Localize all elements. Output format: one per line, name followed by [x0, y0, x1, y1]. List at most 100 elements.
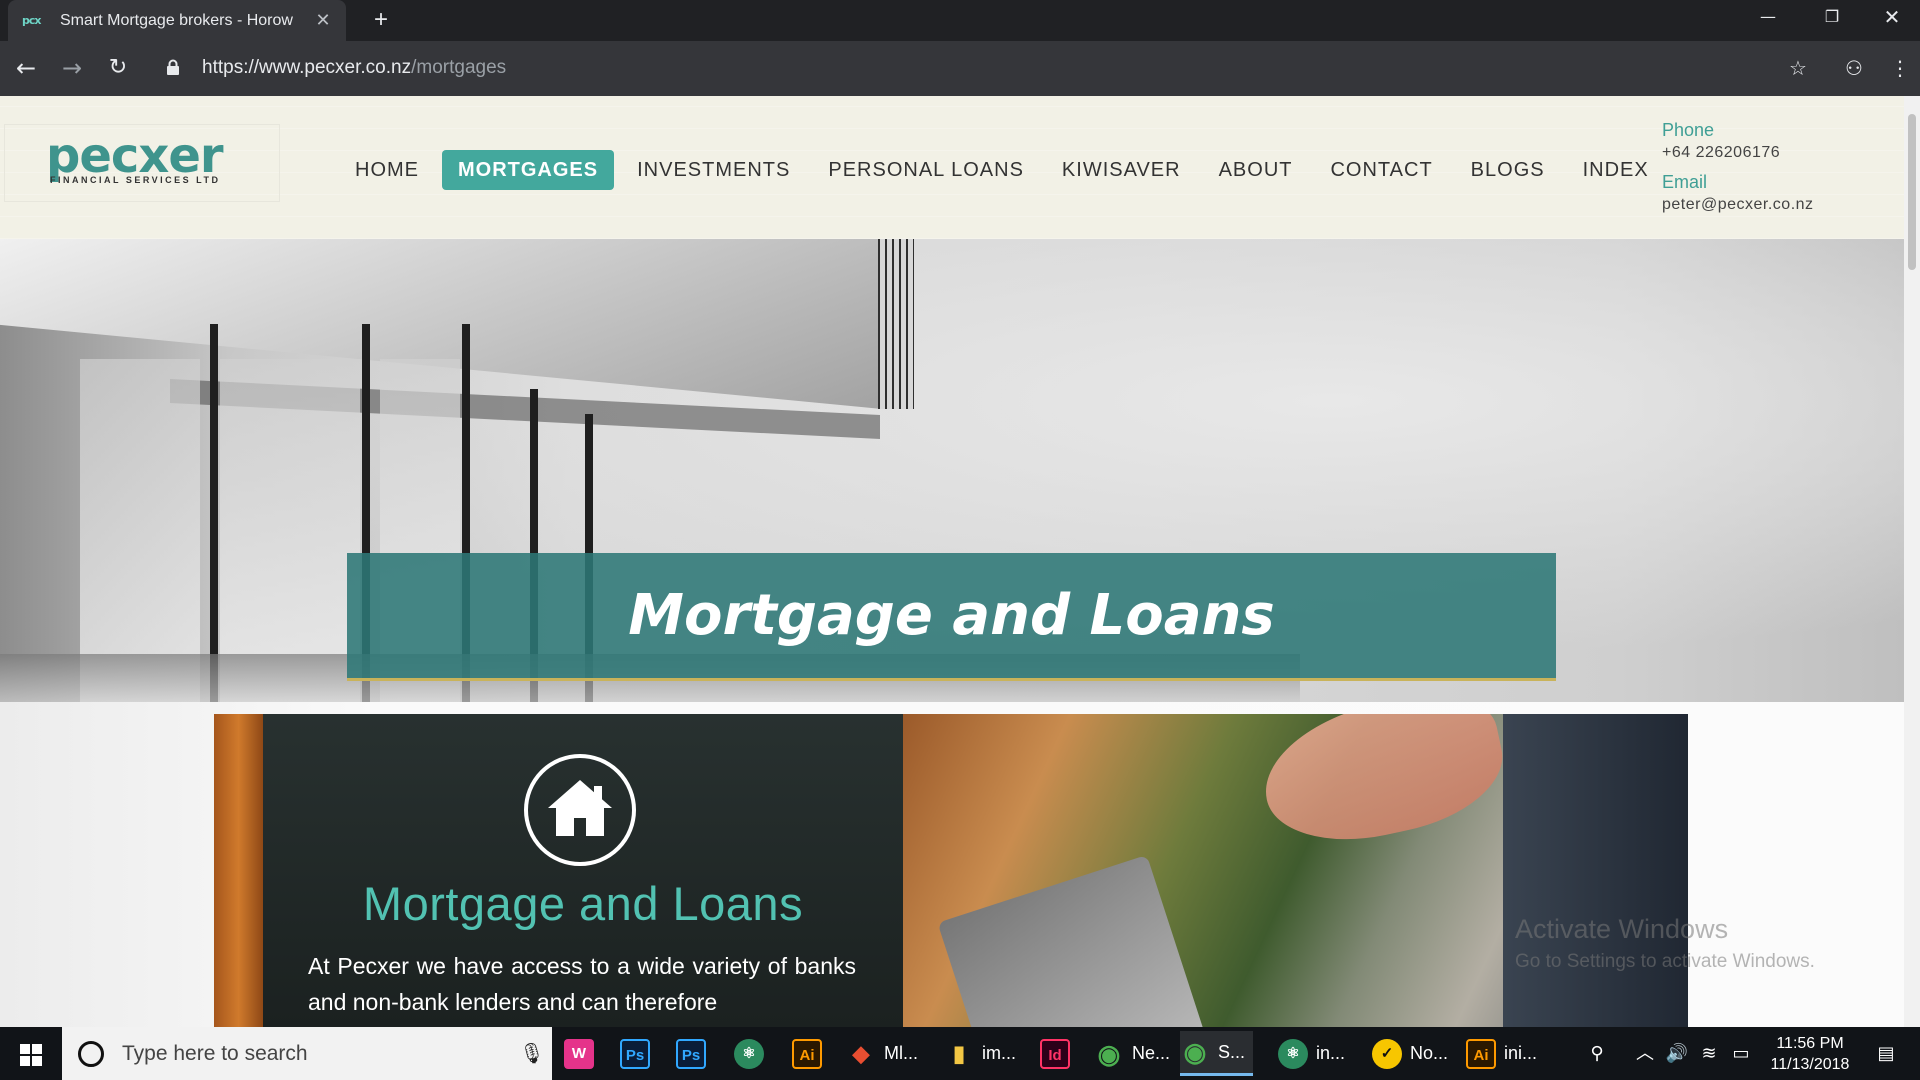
taskbar-app-chrome-active[interactable]: ◉ S... [1180, 1031, 1254, 1076]
watermark-line-1: Activate Windows [1515, 914, 1729, 944]
scrollbar-thumb[interactable] [1908, 114, 1916, 270]
chevron-up-icon[interactable]: ︿ [1630, 1027, 1660, 1080]
hero-title: Mortgage and Loans [628, 583, 1275, 648]
clock-date: 11/13/2018 [1770, 1056, 1850, 1073]
nav-contact[interactable]: CONTACT [1311, 150, 1451, 190]
watermark-line-2: Go to Settings to activate Windows. [1515, 951, 1815, 972]
windows-start-icon[interactable] [0, 1027, 62, 1080]
taskbar-app-atom-2[interactable]: ⚛ in... [1278, 1031, 1345, 1076]
site-favicon-icon: pcx [22, 13, 42, 27]
nav-mortgages[interactable]: MORTGAGES [442, 150, 615, 190]
site-logo[interactable]: pecxer [46, 132, 224, 180]
bookmark-star-icon[interactable]: ☆ [1780, 50, 1816, 86]
taskbar-app-illustrator-2[interactable]: Ai ini... [1466, 1031, 1537, 1076]
nav-about[interactable]: ABOUT [1200, 150, 1312, 190]
taskbar-app-label: No... [1410, 1043, 1449, 1063]
taskbar-app-chrome[interactable]: ◉ Ne... [1094, 1031, 1170, 1076]
tab-title: Smart Mortgage brokers - Horow [60, 11, 293, 29]
url-host: https://www.pecxer.co.nz [202, 57, 412, 78]
search-placeholder: Type here to search [122, 1041, 308, 1065]
nav-blogs[interactable]: BLOGS [1452, 150, 1564, 190]
taskbar-app-photoshop-2[interactable]: Ps [676, 1031, 714, 1076]
house-icon [524, 754, 636, 866]
url-text: https://www.pecxer.co.nz/mortgages [202, 57, 506, 79]
wood-texture [214, 714, 263, 1027]
folder-icon: ▮ [952, 1040, 966, 1066]
section-text: At Pecxer we have access to a wide varie… [308, 953, 856, 1015]
atom-icon: ⚛ [734, 1038, 764, 1069]
atom-icon: ⚛ [1278, 1038, 1308, 1069]
nav-investments[interactable]: INVESTMENTS [618, 150, 809, 190]
system-clock[interactable]: 11:56 PM 11/13/2018 [1762, 1033, 1858, 1075]
url-path: /mortgages [411, 57, 507, 78]
git-icon: ◆ [852, 1040, 870, 1066]
taskbar-app-webstorm[interactable]: W [564, 1031, 602, 1076]
nav-personal-loans[interactable]: PERSONAL LOANS [809, 150, 1043, 190]
people-icon[interactable]: ⚲ [1580, 1027, 1614, 1080]
windows-taskbar: Type here to search 🎙 W Ps Ps ⚛ Ai ◆ Ml..… [0, 1027, 1920, 1080]
taskbar-search[interactable]: Type here to search 🎙 [62, 1027, 552, 1080]
back-button[interactable]: ← [8, 50, 44, 86]
taskbar-app-label: S... [1218, 1041, 1246, 1062]
browser-toolbar: ← → ↻ https://www.pecxer.co.nz/mortgages… [0, 41, 1920, 96]
forward-button[interactable]: → [54, 50, 90, 86]
close-tab-icon[interactable]: ✕ [312, 10, 334, 31]
browser-tab-bar: pcx Smart Mortgage brokers - Horow ✕ + —… [0, 0, 1920, 41]
glass-panel [80, 359, 200, 702]
close-window-button[interactable]: ✕ [1860, 0, 1920, 34]
norton-icon: ✓ [1372, 1038, 1402, 1069]
notifications-icon[interactable]: ▤ [1866, 1027, 1906, 1080]
taskbar-app-folder[interactable]: ▮ im... [944, 1031, 1016, 1076]
volume-icon[interactable]: 🔊 [1662, 1027, 1692, 1080]
taskbar-app-label: ini... [1504, 1043, 1538, 1063]
contact-info: Phone +64 226206176 Email peter@pecxer.c… [1662, 118, 1814, 222]
cortana-icon [78, 1040, 104, 1067]
page-viewport: pecxer FINANCIAL SERVICES LTD HOME MORTG… [0, 96, 1920, 1027]
reload-button[interactable]: ↻ [100, 50, 136, 86]
email-address[interactable]: peter@pecxer.co.nz [1662, 194, 1814, 216]
building-column [210, 324, 218, 702]
photoshop-icon: Ps [676, 1038, 706, 1069]
chrome-icon: ◉ [1183, 1037, 1207, 1067]
microphone-icon[interactable]: 🎙 [512, 1041, 552, 1066]
main-navigation: HOME MORTGAGES INVESTMENTS PERSONAL LOAN… [336, 150, 1668, 190]
hero-banner: Mortgage and Loans [347, 553, 1556, 681]
address-bar[interactable]: https://www.pecxer.co.nz/mortgages [150, 49, 1810, 87]
battery-icon[interactable]: ▭ [1726, 1027, 1756, 1080]
page-scrollbar[interactable] [1904, 96, 1920, 1027]
content-section: Mortgage and Loans At Pecxer we have acc… [0, 702, 1904, 1027]
taskbar-app-label: Ml... [884, 1043, 918, 1063]
webstorm-icon: W [564, 1038, 594, 1069]
taskbar-app-label: im... [982, 1043, 1016, 1063]
taskbar-app-indesign[interactable]: Id [1040, 1031, 1078, 1076]
taskbar-app-illustrator[interactable]: Ai [792, 1031, 830, 1076]
glass-panel [220, 359, 360, 702]
menu-kebab-icon[interactable]: ⋮ [1882, 50, 1918, 86]
mortgage-info-panel: Mortgage and Loans At Pecxer we have acc… [214, 714, 903, 1027]
indesign-icon: Id [1040, 1038, 1070, 1069]
lock-icon [166, 59, 182, 77]
new-tab-button[interactable]: + [366, 6, 396, 36]
incognito-icon[interactable]: ⚇ [1836, 50, 1872, 86]
activate-windows-watermark: Activate Windows Go to Settings to activ… [1515, 914, 1815, 973]
minimize-window-button[interactable]: — [1736, 0, 1800, 34]
laptop-photo [903, 714, 1688, 1027]
arm-shape [1503, 714, 1688, 1027]
illustrator-icon: Ai [1466, 1038, 1496, 1069]
taskbar-app-photoshop[interactable]: Ps [620, 1031, 658, 1076]
nav-kiwisaver[interactable]: KIWISAVER [1043, 150, 1200, 190]
taskbar-app-label: in... [1316, 1043, 1346, 1063]
restore-window-button[interactable]: ❐ [1800, 0, 1864, 34]
taskbar-app-atom[interactable]: ⚛ [734, 1031, 772, 1076]
wifi-icon[interactable]: ≋ [1694, 1027, 1724, 1080]
taskbar-app-git[interactable]: ◆ Ml... [846, 1031, 918, 1076]
nav-index[interactable]: INDEX [1564, 150, 1668, 190]
chrome-icon: ◉ [1097, 1038, 1121, 1069]
taskbar-app-label: Ne... [1132, 1043, 1171, 1063]
nav-home[interactable]: HOME [336, 150, 438, 190]
logo-subtitle: FINANCIAL SERVICES LTD [50, 175, 221, 185]
phone-number[interactable]: +64 226206176 [1662, 142, 1814, 164]
taskbar-app-norton[interactable]: ✓ No... [1372, 1031, 1448, 1076]
browser-tab[interactable]: pcx Smart Mortgage brokers - Horow ✕ [8, 0, 346, 41]
hero-image: Mortgage and Loans [0, 239, 1904, 702]
